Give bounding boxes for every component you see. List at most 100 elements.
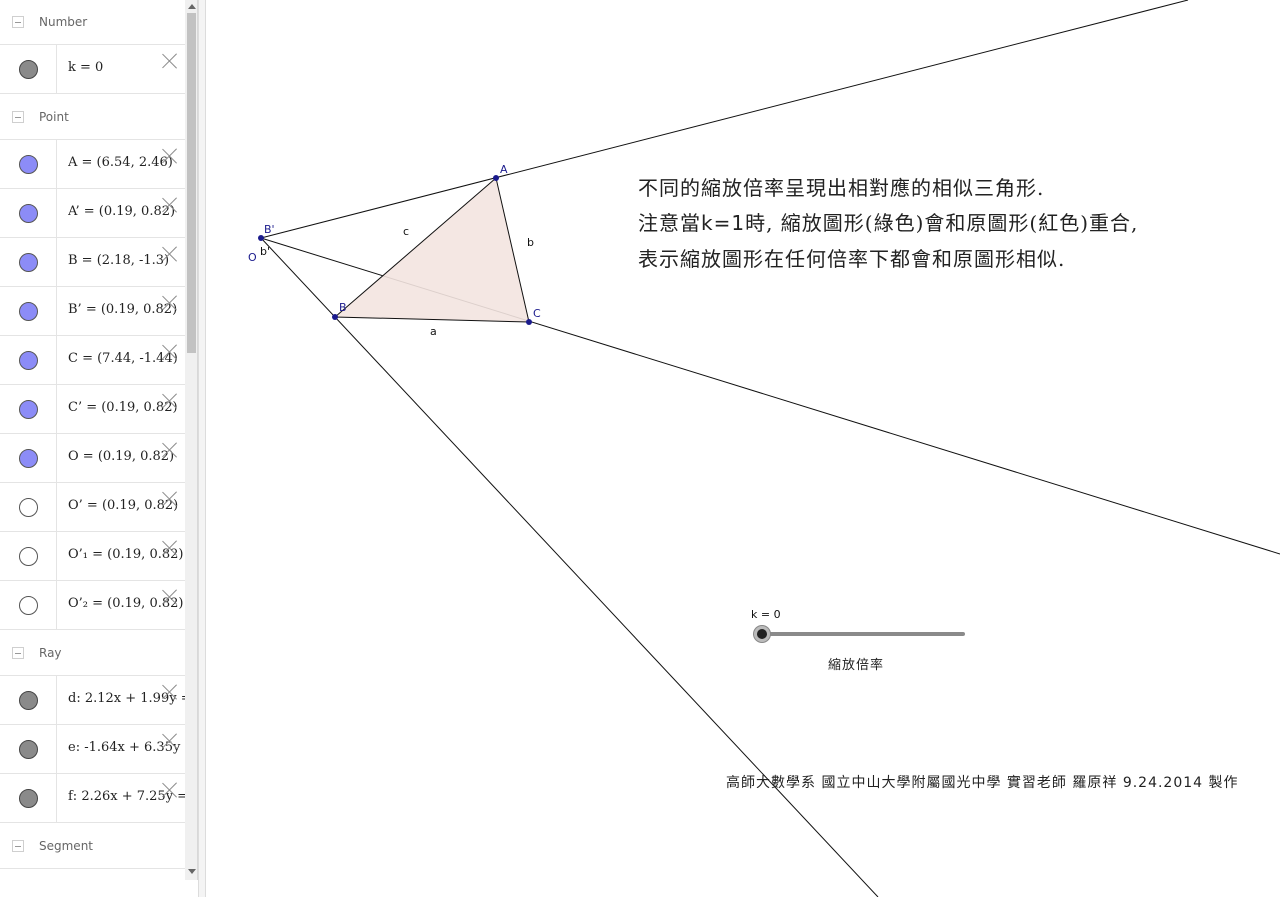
scroll-up-icon[interactable] bbox=[188, 4, 196, 9]
marble-cell[interactable] bbox=[0, 581, 57, 629]
point-c[interactable] bbox=[526, 319, 532, 325]
algebra-row[interactable]: k = 0 bbox=[0, 45, 185, 94]
algebra-row[interactable]: C’ = (0.19, 0.82) bbox=[0, 385, 185, 434]
delete-icon[interactable] bbox=[162, 53, 178, 69]
triangle-abc[interactable] bbox=[333, 177, 530, 323]
group-header-point[interactable]: Point bbox=[0, 94, 185, 140]
collapse-toggle-icon[interactable] bbox=[12, 839, 24, 852]
visibility-toggle-icon[interactable] bbox=[19, 547, 38, 566]
scroll-down-icon[interactable] bbox=[188, 869, 196, 874]
label-a-prime: B' bbox=[264, 223, 275, 236]
delete-icon[interactable] bbox=[162, 197, 178, 213]
collapse-toggle-icon[interactable] bbox=[12, 646, 24, 659]
marble-cell[interactable] bbox=[0, 45, 57, 93]
k-slider-track[interactable] bbox=[762, 632, 965, 636]
marble-cell[interactable] bbox=[0, 238, 57, 286]
marble-cell[interactable] bbox=[0, 434, 57, 482]
algebra-row[interactable]: C = (7.44, -1.44) bbox=[0, 336, 185, 385]
visibility-toggle-icon[interactable] bbox=[19, 60, 38, 79]
group-name: Number bbox=[39, 15, 88, 29]
delete-icon[interactable] bbox=[162, 393, 178, 409]
label-side-a: a bbox=[430, 325, 437, 338]
delete-icon[interactable] bbox=[162, 295, 178, 311]
group-name: Segment bbox=[39, 838, 93, 853]
ray-f[interactable] bbox=[260, 237, 879, 897]
note-line-3: 表示縮放圖形在任何倍率下都會和原圖形相似. bbox=[638, 247, 1066, 271]
credit-pre: 高師大數學系 國立中山大學附屬國光中學 實習老師 羅原祥 bbox=[726, 775, 1123, 791]
view-splitter[interactable] bbox=[198, 0, 206, 897]
visibility-toggle-icon[interactable] bbox=[19, 498, 38, 517]
credit-date: 9.24.2014 bbox=[1122, 775, 1204, 791]
graphics-view[interactable]: A B C O B' b' a b c 不同的縮放倍率呈現出相對應的相似三角形.… bbox=[206, 0, 1280, 897]
delete-icon[interactable] bbox=[162, 344, 178, 360]
note-line-2-k: k=1 bbox=[701, 211, 746, 235]
visibility-toggle-icon[interactable] bbox=[19, 155, 38, 174]
marble-cell[interactable] bbox=[0, 336, 57, 384]
group-name: Point bbox=[39, 109, 69, 124]
construction-canvas[interactable]: A B C O B' b' a b c bbox=[206, 0, 1280, 897]
marble-cell[interactable] bbox=[0, 385, 57, 433]
visibility-toggle-icon[interactable] bbox=[19, 740, 38, 759]
marble-cell[interactable] bbox=[0, 676, 57, 724]
marble-cell[interactable] bbox=[0, 189, 57, 237]
point-b[interactable] bbox=[332, 314, 338, 320]
algebra-row[interactable]: d: 2.12x + 1.99y = bbox=[0, 676, 185, 725]
visibility-toggle-icon[interactable] bbox=[19, 351, 38, 370]
visibility-toggle-icon[interactable] bbox=[19, 691, 38, 710]
visibility-toggle-icon[interactable] bbox=[19, 253, 38, 272]
note-line-2-post: 時, 縮放圖形(綠色)會和原圖形(紅色)重合, bbox=[745, 211, 1139, 235]
group-name: Ray bbox=[39, 645, 62, 660]
visibility-toggle-icon[interactable] bbox=[19, 204, 38, 223]
group-header-ray[interactable]: Ray bbox=[0, 630, 185, 676]
algebra-row[interactable]: O’₁ = (0.19, 0.82) bbox=[0, 532, 185, 581]
marble-cell[interactable] bbox=[0, 725, 57, 773]
delete-icon[interactable] bbox=[162, 540, 178, 556]
credit-post: 製作 bbox=[1203, 775, 1239, 791]
algebra-row[interactable]: O’₂ = (0.19, 0.82) bbox=[0, 581, 185, 630]
algebra-list: Number k = 0 Point A = (6.54, 2.46) A’ = (0.… bbox=[0, 0, 185, 869]
algebra-row[interactable]: B’ = (0.19, 0.82) bbox=[0, 287, 185, 336]
marble-cell[interactable] bbox=[0, 483, 57, 531]
algebra-row[interactable]: O’ = (0.19, 0.82) bbox=[0, 483, 185, 532]
visibility-toggle-icon[interactable] bbox=[19, 302, 38, 321]
collapse-toggle-icon[interactable] bbox=[12, 110, 24, 123]
delete-icon[interactable] bbox=[162, 684, 178, 700]
visibility-toggle-icon[interactable] bbox=[19, 400, 38, 419]
algebra-row[interactable]: O = (0.19, 0.82) bbox=[0, 434, 185, 483]
visibility-toggle-icon[interactable] bbox=[19, 449, 38, 468]
delete-icon[interactable] bbox=[162, 733, 178, 749]
label-a: A bbox=[500, 163, 508, 176]
vertical-scroll-thumb[interactable] bbox=[187, 13, 196, 353]
marble-cell[interactable] bbox=[0, 140, 57, 188]
ray-d[interactable] bbox=[260, 0, 1189, 239]
note-line-2: 注意當k=1時, 縮放圖形(綠色)會和原圖形(紅色)重合, bbox=[638, 207, 1138, 236]
slider-caption: 縮放倍率 bbox=[828, 658, 885, 673]
marble-cell[interactable] bbox=[0, 532, 57, 580]
group-header-segment[interactable]: Segment bbox=[0, 823, 185, 869]
algebra-row[interactable]: f: 2.26x + 7.25y = bbox=[0, 774, 185, 823]
delete-icon[interactable] bbox=[162, 246, 178, 262]
marble-cell[interactable] bbox=[0, 774, 57, 822]
note-line-2-pre: 注意當 bbox=[638, 211, 701, 235]
delete-icon[interactable] bbox=[162, 148, 178, 164]
collapse-toggle-icon[interactable] bbox=[12, 16, 24, 28]
algebra-row[interactable]: A = (6.54, 2.46) bbox=[0, 140, 185, 189]
delete-icon[interactable] bbox=[162, 782, 178, 798]
group-header-number[interactable]: Number bbox=[0, 0, 185, 45]
point-a[interactable] bbox=[493, 175, 499, 181]
delete-icon[interactable] bbox=[162, 442, 178, 458]
algebra-row[interactable]: B = (2.18, -1.3) bbox=[0, 238, 185, 287]
algebra-row[interactable]: A’ = (0.19, 0.82) bbox=[0, 189, 185, 238]
delete-icon[interactable] bbox=[162, 589, 178, 605]
algebra-row[interactable]: e: -1.64x + 6.35y = bbox=[0, 725, 185, 774]
marble-cell[interactable] bbox=[0, 287, 57, 335]
k-slider-handle[interactable] bbox=[754, 626, 770, 642]
label-b: B bbox=[339, 301, 347, 314]
label-o: O bbox=[248, 251, 257, 264]
label-side-b: b bbox=[527, 236, 534, 249]
visibility-toggle-icon[interactable] bbox=[19, 789, 38, 808]
delete-icon[interactable] bbox=[162, 491, 178, 507]
vertical-scrollbar[interactable] bbox=[185, 0, 197, 880]
visibility-toggle-icon[interactable] bbox=[19, 596, 38, 615]
label-b-prime: b' bbox=[260, 245, 270, 258]
